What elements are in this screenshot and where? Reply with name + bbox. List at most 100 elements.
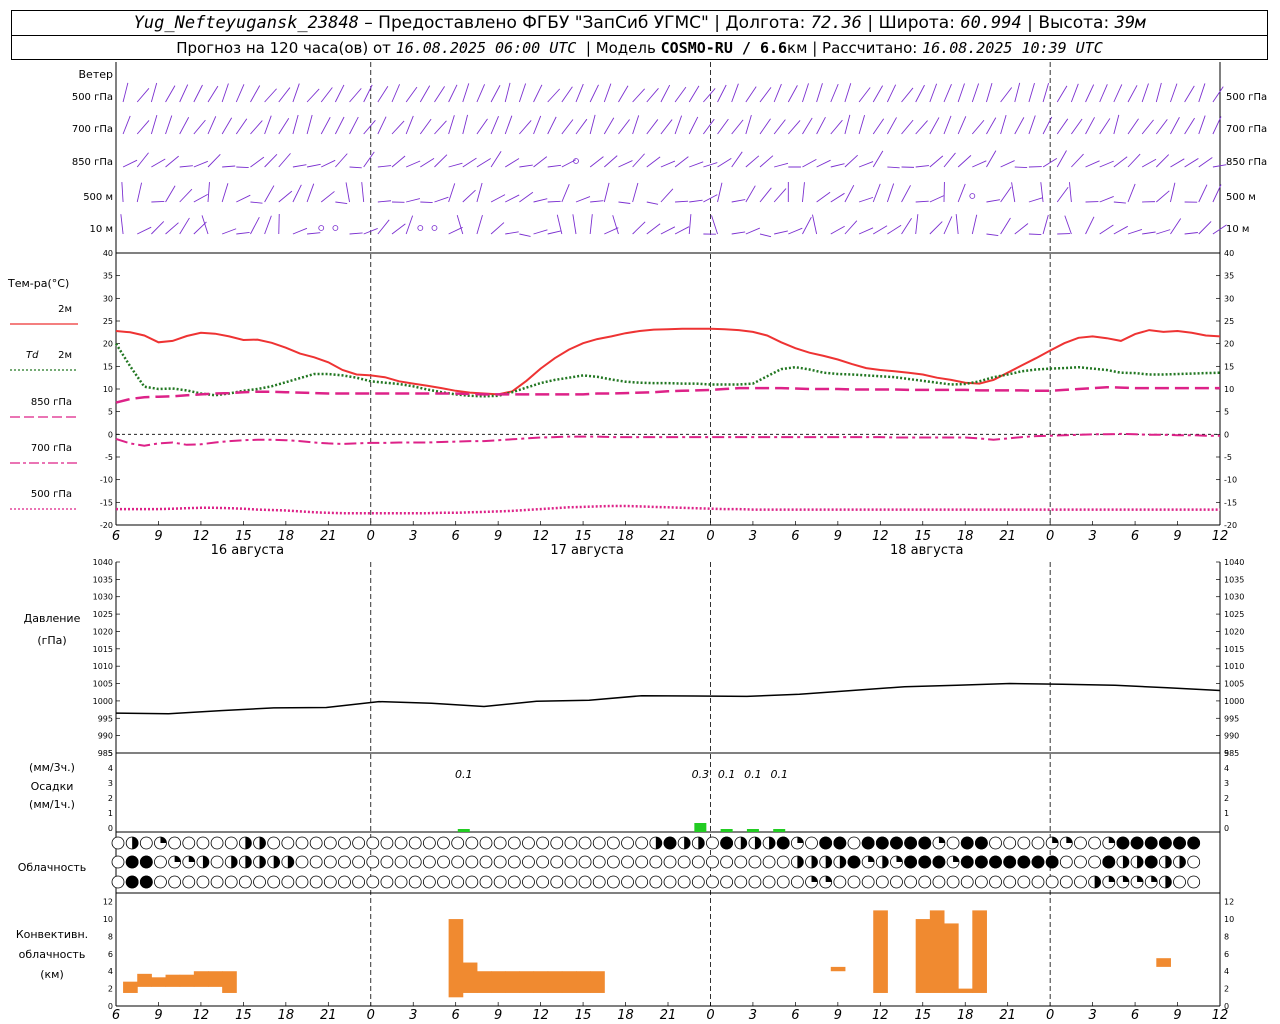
- cloud-symbol-overcast: [1144, 855, 1158, 869]
- precip-bar: [457, 829, 470, 832]
- pressure-y-tick-left: 1000: [93, 697, 113, 706]
- temp-series-1: [114, 343, 1221, 398]
- conv-y-tick-left: 6: [108, 950, 113, 959]
- cloud-symbol-clear: [451, 875, 465, 889]
- cloud-symbol-quarter: [1130, 875, 1144, 889]
- cloud-symbol-clear: [295, 875, 309, 889]
- wind-barb: [745, 227, 761, 235]
- wind-barb: [448, 84, 458, 103]
- conv-bar: [505, 971, 520, 993]
- time-axis-top-label: 0: [367, 529, 375, 544]
- wind-barb: [165, 115, 173, 135]
- conv-bar: [958, 988, 973, 993]
- day-label: 18 августа: [890, 543, 964, 558]
- cloud-symbol-clear: [960, 875, 974, 889]
- wind-barb: [830, 83, 839, 103]
- cloud-symbol-quarter: [861, 855, 875, 869]
- wind-barb: [165, 222, 179, 235]
- wind-barb: [179, 188, 193, 203]
- wind-barb: [306, 114, 313, 135]
- cloud-symbol-clear: [281, 836, 295, 850]
- wind-level-label-right: 500 гПа: [1226, 92, 1267, 103]
- conv-bar: [123, 981, 138, 993]
- cloud-symbol-quarter: [805, 875, 818, 889]
- cloud-symbol-clear: [564, 855, 578, 869]
- wind-barb: [306, 183, 315, 203]
- precip-y-tick-right: 5: [1224, 749, 1229, 758]
- wind-barb: [122, 159, 138, 168]
- time-axis-bottom-label: 18: [957, 1008, 974, 1023]
- wind-barb: [221, 228, 237, 235]
- wind-barb: [1028, 233, 1042, 236]
- wind-barb: [812, 214, 818, 235]
- wind-barb: [1085, 117, 1095, 135]
- wind-barb: [759, 233, 772, 238]
- wind-barb: [179, 165, 193, 168]
- wind-barb: [490, 222, 505, 235]
- wind-barb: [703, 88, 716, 103]
- cloud-symbol-clear: [946, 836, 960, 850]
- wind-barb: [292, 83, 300, 103]
- cloud-symbol-half: [1088, 875, 1102, 889]
- wind-barb: [646, 201, 659, 205]
- conv-label: облачность: [19, 948, 86, 961]
- wind-barb: [165, 185, 176, 203]
- precip-y-tick-right: 0: [1224, 824, 1229, 833]
- conv-bar: [576, 971, 591, 993]
- cloud-symbol-quarter: [1102, 836, 1116, 850]
- wind-barb: [165, 155, 179, 168]
- wind-barb: [711, 215, 718, 235]
- cloud-symbol-clear: [493, 875, 507, 889]
- cloud-symbol-clear: [592, 836, 606, 850]
- wind-barb: [986, 150, 997, 168]
- temp-y-tick-right: 0: [1224, 430, 1229, 439]
- cloud-symbol-half: [238, 836, 252, 850]
- wind-barb: [830, 192, 845, 203]
- wind-barb: [773, 83, 782, 103]
- wind-barb: [1113, 84, 1123, 103]
- wind-barb: [660, 84, 671, 103]
- temp-y-tick-right: 40: [1224, 249, 1234, 258]
- wind-barb: [321, 159, 336, 168]
- cloud-symbol-overcast: [904, 855, 918, 869]
- wind-barb: [278, 87, 291, 103]
- cloud-symbol-clear: [507, 836, 521, 850]
- wind-barb: [434, 196, 449, 203]
- cloud-symbol-clear: [522, 855, 535, 869]
- cloud-symbol-overcast: [932, 855, 946, 869]
- cloud-symbol-overcast: [1130, 836, 1144, 850]
- cloud-symbol-clear: [422, 836, 436, 850]
- wind-barb: [844, 83, 852, 103]
- wind-barb: [150, 115, 158, 135]
- cloud-symbol-clear: [946, 875, 960, 889]
- temp-legend-prefix: Td: [26, 350, 39, 361]
- conv-y-tick-right: 12: [1224, 898, 1234, 907]
- cloud-symbol-clear: [606, 875, 620, 889]
- wind-barb: [307, 232, 321, 235]
- cloud-symbol-clear: [606, 855, 620, 869]
- cloud-symbol-clear: [1088, 836, 1102, 850]
- wind-barb: [955, 214, 959, 235]
- wind-barb: [901, 119, 914, 135]
- wind-barb: [612, 215, 619, 235]
- wind-barb: [419, 118, 432, 135]
- cloud-symbol-overcast: [1003, 855, 1017, 869]
- wind-barb: [345, 182, 350, 203]
- wind-barb: [1198, 157, 1213, 168]
- wind-barb: [886, 183, 895, 203]
- wind-barb: [929, 83, 938, 103]
- time-axis-bottom-label: 6: [791, 1008, 799, 1023]
- wind-barb: [1155, 154, 1170, 168]
- wind-barb: [533, 115, 542, 135]
- wind-barb: [151, 158, 166, 168]
- pressure-y-tick-right: 1005: [1224, 680, 1244, 689]
- wind-barb: [518, 83, 527, 103]
- conv-bar: [519, 971, 535, 993]
- cloud-symbol-clear: [1074, 855, 1087, 869]
- cloud-symbol-clear: [422, 855, 436, 869]
- temp-y-tick-left: 35: [103, 272, 113, 281]
- pressure-y-tick-left: 1025: [93, 610, 113, 619]
- wind-barb: [872, 183, 881, 203]
- wind-barb: [774, 230, 788, 235]
- wind-barb: [717, 182, 723, 203]
